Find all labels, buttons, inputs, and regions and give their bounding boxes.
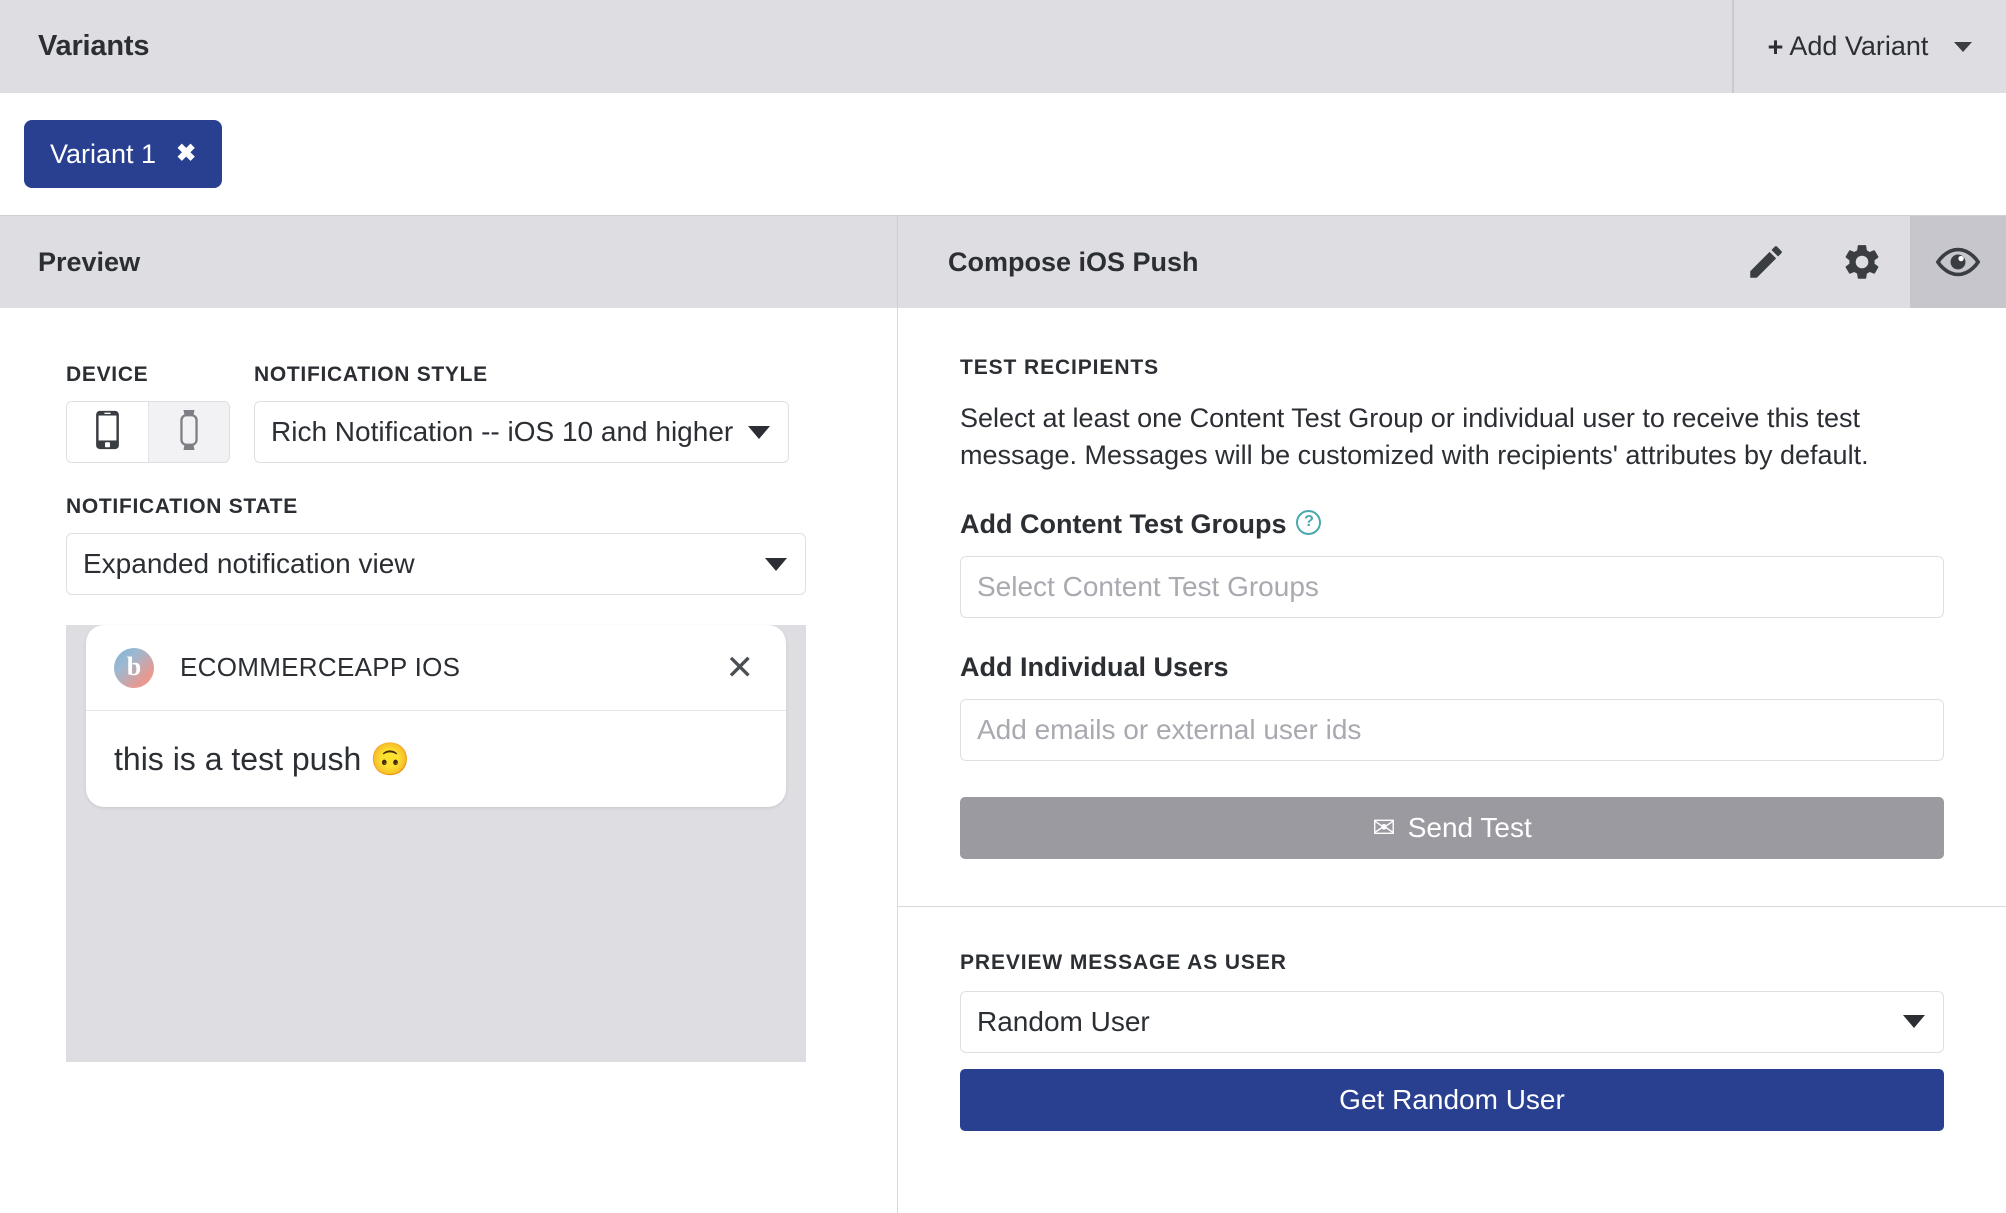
- page-title: Variants: [38, 30, 150, 62]
- notification-style-value: Rich Notification -- iOS 10 and higher: [271, 416, 734, 447]
- notification-preview-canvas: b ECOMMERCEAPP IOS ✕ this is a test push…: [66, 625, 806, 1062]
- chevron-down-icon: [748, 425, 770, 439]
- watch-icon: [177, 409, 201, 455]
- preview-mode-button[interactable]: [1910, 216, 2006, 308]
- content-test-groups-input[interactable]: [960, 555, 1944, 618]
- app-logo-icon: b: [114, 647, 154, 688]
- edit-mode-button[interactable]: [1718, 216, 1814, 308]
- send-test-label: Send Test: [1407, 811, 1532, 843]
- chevron-down-icon[interactable]: [1954, 41, 1973, 52]
- device-option-phone[interactable]: [67, 402, 148, 462]
- send-test-button[interactable]: ✉ Send Test: [960, 796, 1944, 859]
- individual-users-input[interactable]: [960, 698, 1944, 761]
- notification-state-control: NOTIFICATION STATE Expanded notification…: [0, 495, 897, 595]
- preview-as-user-section: PREVIEW MESSAGE AS USER Random User Get …: [898, 907, 2006, 1131]
- pencil-icon: [1745, 241, 1787, 283]
- preview-pane-title: Preview: [0, 216, 898, 308]
- add-variant-label: Add Variant: [1789, 31, 1929, 61]
- notification-style-label: NOTIFICATION STYLE: [254, 363, 488, 386]
- notification-body-text: this is a test push 🙃: [114, 741, 410, 777]
- content-test-groups-label-row: Add Content Test Groups ?: [960, 509, 1944, 540]
- device-control: DEVICE: [66, 363, 230, 463]
- test-recipients-description: Select at least one Content Test Group o…: [960, 403, 1869, 471]
- variant-tabs-row: Variant 1 ✖: [0, 93, 2006, 215]
- test-recipients-section: TEST RECIPIENTS Select at least one Cont…: [898, 308, 2006, 859]
- notification-state-label: NOTIFICATION STATE: [66, 495, 298, 518]
- close-icon[interactable]: ✖: [176, 142, 196, 166]
- get-random-user-button[interactable]: Get Random User: [960, 1068, 1944, 1131]
- preview-controls-row: DEVICE NOTIFICATION STYLE Rich Notificat…: [0, 363, 897, 463]
- app-logo-letter: b: [126, 651, 142, 681]
- chevron-down-icon: [1903, 1015, 1925, 1028]
- variant-tab-label: Variant 1: [50, 138, 157, 169]
- content-panes: DEVICE NOTIFICATION STYLE Rich Notificat…: [0, 308, 2006, 1213]
- plus-icon: +: [1767, 32, 1784, 62]
- add-variant-button[interactable]: + Add Variant: [1732, 0, 2006, 93]
- settings-button[interactable]: [1814, 216, 1910, 308]
- help-icon[interactable]: ?: [1296, 509, 1322, 535]
- envelope-icon: ✉: [1372, 812, 1396, 843]
- notification-app-name: ECOMMERCEAPP IOS: [180, 652, 461, 682]
- notification-card: b ECOMMERCEAPP IOS ✕ this is a test push…: [86, 625, 786, 807]
- individual-users-label: Add Individual Users: [960, 651, 1229, 682]
- variant-tab-1[interactable]: Variant 1 ✖: [24, 120, 223, 188]
- notification-close-icon[interactable]: ✕: [726, 651, 755, 685]
- notification-header: b ECOMMERCEAPP IOS ✕: [86, 625, 786, 711]
- variants-header: Variants + Add Variant: [0, 0, 2006, 93]
- notification-style-control: NOTIFICATION STYLE Rich Notification -- …: [254, 363, 789, 463]
- device-toggle[interactable]: [66, 401, 230, 463]
- preview-as-user-select[interactable]: Random User: [960, 990, 1944, 1053]
- notification-state-value: Expanded notification view: [83, 548, 415, 579]
- preview-pane: DEVICE NOTIFICATION STYLE Rich Notificat…: [0, 308, 898, 1213]
- compose-pane: TEST RECIPIENTS Select at least one Cont…: [898, 308, 2006, 1213]
- phone-icon: [94, 410, 121, 455]
- notification-state-select[interactable]: Expanded notification view: [66, 533, 806, 595]
- gear-icon: [1841, 241, 1883, 283]
- preview-as-user-heading: PREVIEW MESSAGE AS USER: [960, 950, 1287, 974]
- device-option-watch[interactable]: [147, 402, 229, 462]
- notification-style-select[interactable]: Rich Notification -- iOS 10 and higher: [254, 401, 789, 463]
- add-variant-label-group: + Add Variant: [1768, 31, 1929, 62]
- toolbar-icon-group: [1718, 216, 2006, 308]
- preview-as-user-value: Random User: [977, 1005, 1150, 1037]
- eye-icon: [1935, 239, 1981, 285]
- section-toolbar: Preview Compose iOS Push: [0, 215, 2006, 308]
- device-label: DEVICE: [66, 363, 149, 386]
- content-test-groups-label: Add Content Test Groups: [960, 508, 1287, 539]
- test-recipients-heading: TEST RECIPIENTS: [960, 356, 1160, 379]
- chevron-down-icon: [765, 557, 787, 571]
